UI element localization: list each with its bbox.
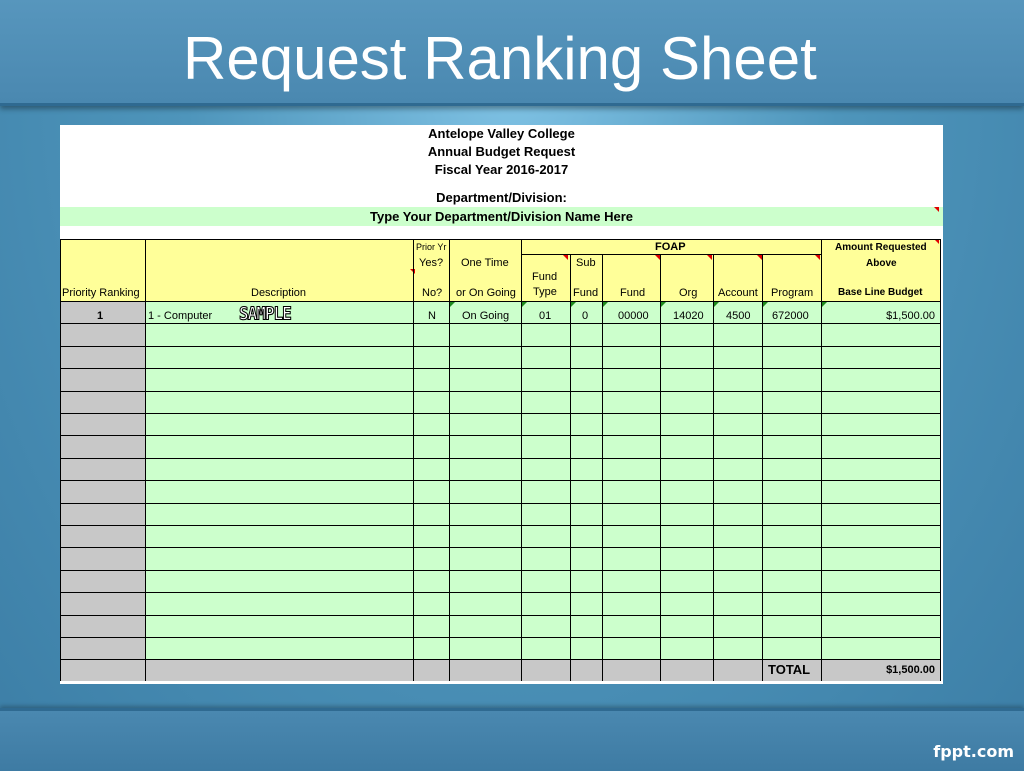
cell-marker-icon bbox=[822, 302, 827, 307]
grid-line bbox=[60, 592, 940, 593]
grid-line bbox=[60, 659, 940, 660]
budget-request-sheet: Antelope Valley College Annual Budget Re… bbox=[60, 125, 943, 684]
header-priority-ranking: Priority Ranking bbox=[62, 287, 140, 299]
cell-marker-icon bbox=[603, 302, 608, 307]
header-foap: FOAP bbox=[655, 241, 686, 253]
header-amount-line2: Above bbox=[866, 258, 897, 269]
cell-marker-icon bbox=[763, 302, 768, 307]
grid-line bbox=[940, 239, 941, 681]
row1-org[interactable]: 14020 bbox=[673, 310, 704, 322]
header-sub: Sub bbox=[576, 257, 596, 269]
row1-fund-type[interactable]: 01 bbox=[539, 310, 551, 322]
header-or-on-going: or On Going bbox=[456, 287, 516, 299]
row1-program[interactable]: 672000 bbox=[772, 310, 809, 322]
header-fund: Fund bbox=[620, 287, 646, 299]
grid-line bbox=[60, 413, 940, 414]
header-no: No? bbox=[422, 287, 443, 299]
grid-line bbox=[413, 239, 414, 681]
grid-line bbox=[713, 255, 714, 681]
header-amount-line1: Amount Requested bbox=[835, 242, 927, 253]
cell-marker-icon bbox=[714, 302, 719, 307]
row1-priority[interactable]: 1 bbox=[97, 310, 103, 322]
department-label: Department/Division: bbox=[436, 190, 567, 205]
grid-line bbox=[60, 239, 940, 240]
header-prior-yr: Prior Yr bbox=[416, 242, 447, 252]
comment-marker-icon bbox=[563, 255, 568, 260]
cell-marker-icon bbox=[450, 302, 455, 307]
header-yes: Yes? bbox=[419, 257, 444, 269]
grid-line bbox=[660, 255, 661, 681]
fiscal-year: Fiscal Year 2016-2017 bbox=[434, 162, 569, 177]
grid-line bbox=[60, 368, 940, 369]
grid-line bbox=[60, 547, 940, 548]
comment-marker-icon bbox=[707, 255, 712, 260]
grid-line bbox=[602, 255, 603, 681]
total-label: TOTAL bbox=[768, 662, 811, 677]
sample-stamp: SAMPLE bbox=[239, 302, 293, 324]
brand-logo: fppt.com bbox=[933, 742, 1014, 761]
priority-column-fill bbox=[60, 301, 145, 681]
grid-line bbox=[60, 503, 940, 504]
college-name: Antelope Valley College bbox=[428, 126, 575, 141]
header-fund-type-line2: Type bbox=[533, 286, 557, 298]
header-account: Account bbox=[718, 287, 758, 299]
header-amount-line3: Base Line Budget bbox=[838, 287, 923, 298]
grid-line bbox=[570, 301, 571, 681]
row1-fund[interactable]: 00000 bbox=[618, 310, 649, 322]
grid-line bbox=[60, 525, 940, 526]
row1-amount[interactable]: $1,500.00 bbox=[886, 310, 935, 322]
header-one-time: One Time bbox=[461, 257, 509, 269]
grid-line bbox=[762, 255, 763, 681]
grid-line bbox=[145, 239, 146, 681]
grid-line bbox=[60, 323, 940, 324]
header-sub-fund: Fund bbox=[573, 287, 599, 299]
grid-line bbox=[60, 301, 940, 302]
grid-line bbox=[60, 480, 940, 481]
row1-sub-fund[interactable]: 0 bbox=[582, 310, 588, 322]
row1-account[interactable]: 4500 bbox=[726, 310, 750, 322]
cell-marker-icon bbox=[522, 302, 527, 307]
grid-line bbox=[60, 570, 940, 571]
header-description: Description bbox=[251, 287, 307, 299]
cell-marker-icon bbox=[661, 302, 666, 307]
row1-one-time[interactable]: On Going bbox=[462, 310, 509, 322]
comment-marker-icon bbox=[934, 207, 939, 212]
grid-line bbox=[60, 458, 940, 459]
grid-line bbox=[60, 435, 940, 436]
document-title: Annual Budget Request bbox=[427, 144, 576, 159]
grid-line bbox=[60, 391, 940, 392]
row1-description[interactable]: 1 - Computer bbox=[148, 310, 212, 322]
grid-line bbox=[60, 239, 61, 681]
cell-marker-icon bbox=[571, 302, 576, 307]
header-org: Org bbox=[679, 287, 698, 299]
header-program: Program bbox=[771, 287, 814, 299]
grid-line bbox=[60, 637, 940, 638]
grid-line bbox=[60, 615, 940, 616]
row1-prior-yr[interactable]: N bbox=[428, 310, 436, 322]
grid-line bbox=[60, 346, 940, 347]
header-fund-type-line1: Fund bbox=[532, 271, 558, 283]
department-name-field[interactable]: Type Your Department/Division Name Here bbox=[60, 207, 943, 226]
slide-title: Request Ranking Sheet bbox=[183, 25, 817, 92]
total-value: $1,500.00 bbox=[886, 664, 935, 676]
footer-band bbox=[0, 708, 1024, 771]
comment-marker-icon bbox=[815, 255, 820, 260]
